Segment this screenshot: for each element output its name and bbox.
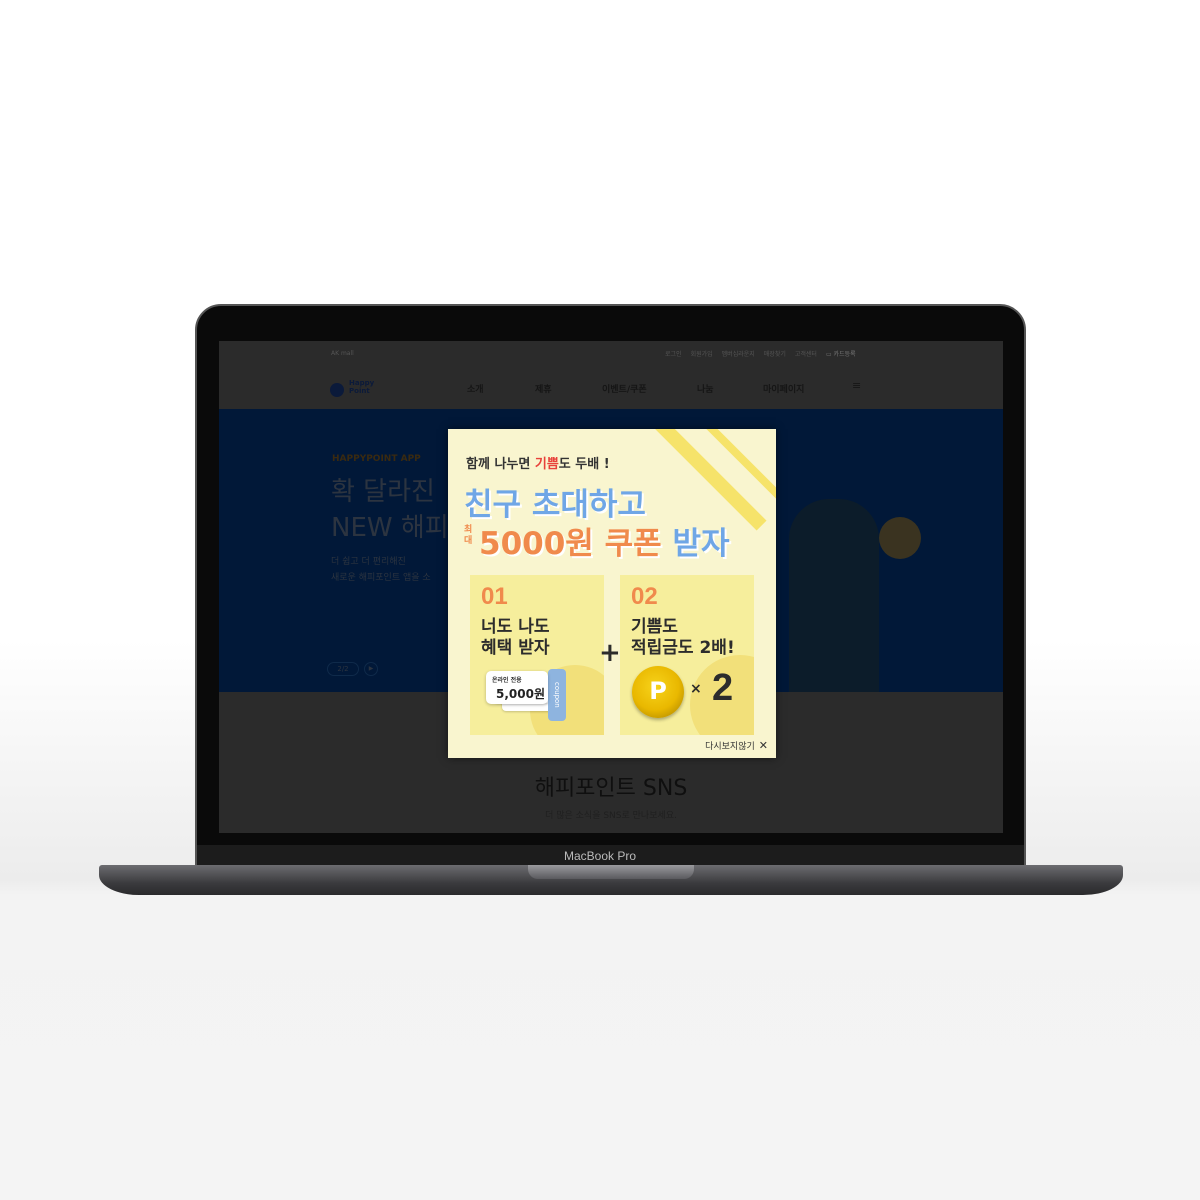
max-label: 최대 — [464, 525, 473, 546]
plus-icon: + — [599, 638, 621, 668]
card1-line1: 너도 나도 — [481, 617, 550, 637]
benefit-card-1: 01 너도 나도 혜택 받자 coupon 온라인 전용 5,000원 — [470, 575, 604, 735]
banner-desc-2: 새로운 해피포인트 앱을 소 — [331, 573, 431, 583]
banner-pager: 2/2 — [327, 662, 359, 676]
happypoint-logo-icon[interactable] — [330, 375, 345, 397]
card2-line2: 적립금도 2배! — [631, 638, 735, 658]
coupon-label: 온라인 전용 — [492, 677, 522, 684]
laptop-notch — [528, 865, 694, 879]
util-support[interactable]: 고객센터 — [795, 349, 817, 358]
sns-desc: 더 많은 소식을 SNS로 만나보세요. — [545, 811, 677, 821]
banner-title-2: NEW 해피 — [331, 513, 449, 543]
card2-number: 02 — [631, 583, 658, 610]
popup-headline-2: 5000원 쿠폰 받자 — [479, 518, 729, 563]
point-coin-icon: P — [632, 666, 684, 718]
banner-desc-1: 더 쉽고 더 편리해진 — [331, 557, 406, 567]
dont-show-again-button[interactable]: 다시보지않기 ✕ — [705, 739, 768, 752]
nav-intro[interactable]: 소개 — [467, 382, 484, 395]
nav-partner[interactable]: 제휴 — [535, 382, 552, 395]
menu-icon[interactable]: ≡ — [852, 379, 861, 392]
util-store[interactable]: 매장찾기 — [764, 349, 786, 358]
nav-event[interactable]: 이벤트/쿠폰 — [602, 382, 647, 395]
coupon-value: 5,000원 — [496, 687, 545, 701]
subtitle-post: 도 두배 ! — [558, 457, 610, 472]
banner-title-1: 확 달라진 — [331, 477, 435, 507]
util-membership[interactable]: 멤버십라운지 — [722, 349, 755, 358]
util-signup[interactable]: 회원가입 — [691, 349, 713, 358]
card1-line2: 혜택 받자 — [481, 638, 550, 658]
close-icon[interactable]: ✕ — [759, 739, 768, 752]
subtitle-pre: 함께 나누면 — [466, 457, 535, 472]
logo-text: Happy Point — [349, 379, 375, 395]
coupon-ticket: 온라인 전용 5,000원 — [486, 671, 548, 704]
banner-eyebrow: HAPPYPOINT APP — [332, 454, 421, 464]
coupon-amount: 5000원 쿠폰 — [479, 526, 662, 562]
popup-subtitle: 함께 나누면 기쁨도 두배 ! — [466, 453, 610, 472]
multiply-sign: × — [690, 681, 702, 697]
card2-line1: 기쁨도 — [631, 617, 678, 637]
util-login[interactable]: 로그인 — [665, 349, 682, 358]
nav-mypage[interactable]: 마이페이지 — [763, 382, 804, 395]
device-label: MacBook Pro — [563, 849, 637, 863]
headline-end: 받자 — [672, 526, 730, 562]
subtitle-highlight: 기쁨 — [534, 457, 559, 472]
banner-illustration — [789, 499, 879, 699]
card-register-button[interactable]: ▭ 카드등록 — [826, 349, 856, 358]
multiplier-two: 2 — [712, 667, 734, 709]
ak-mall-link[interactable]: AK mall — [331, 350, 354, 357]
invite-popup: 함께 나누면 기쁨도 두배 ! 친구 초대하고 최대 5000원 쿠폰 받자 0… — [448, 429, 776, 758]
sns-title: 해피포인트 SNS — [534, 776, 688, 801]
util-links: 로그인 회원가입 멤버십라운지 매장찾기 고객센터 ▭ 카드등록 — [665, 349, 856, 358]
coupon-tab: coupon — [548, 669, 566, 721]
dont-show-label: 다시보지않기 — [705, 742, 755, 752]
banner-play-icon[interactable]: ▶ — [364, 662, 378, 676]
banner-sun-shape — [879, 517, 921, 559]
card1-number: 01 — [481, 583, 508, 610]
decor-stripe — [643, 429, 767, 531]
benefit-card-2: 02 기쁨도 적립금도 2배! P × 2 — [620, 575, 754, 735]
card-register-label: 카드등록 — [833, 351, 856, 358]
nav-share[interactable]: 나눔 — [697, 382, 714, 395]
site-header: AK mall 로그인 회원가입 멤버십라운지 매장찾기 고객센터 ▭ 카드등록… — [219, 341, 1003, 409]
